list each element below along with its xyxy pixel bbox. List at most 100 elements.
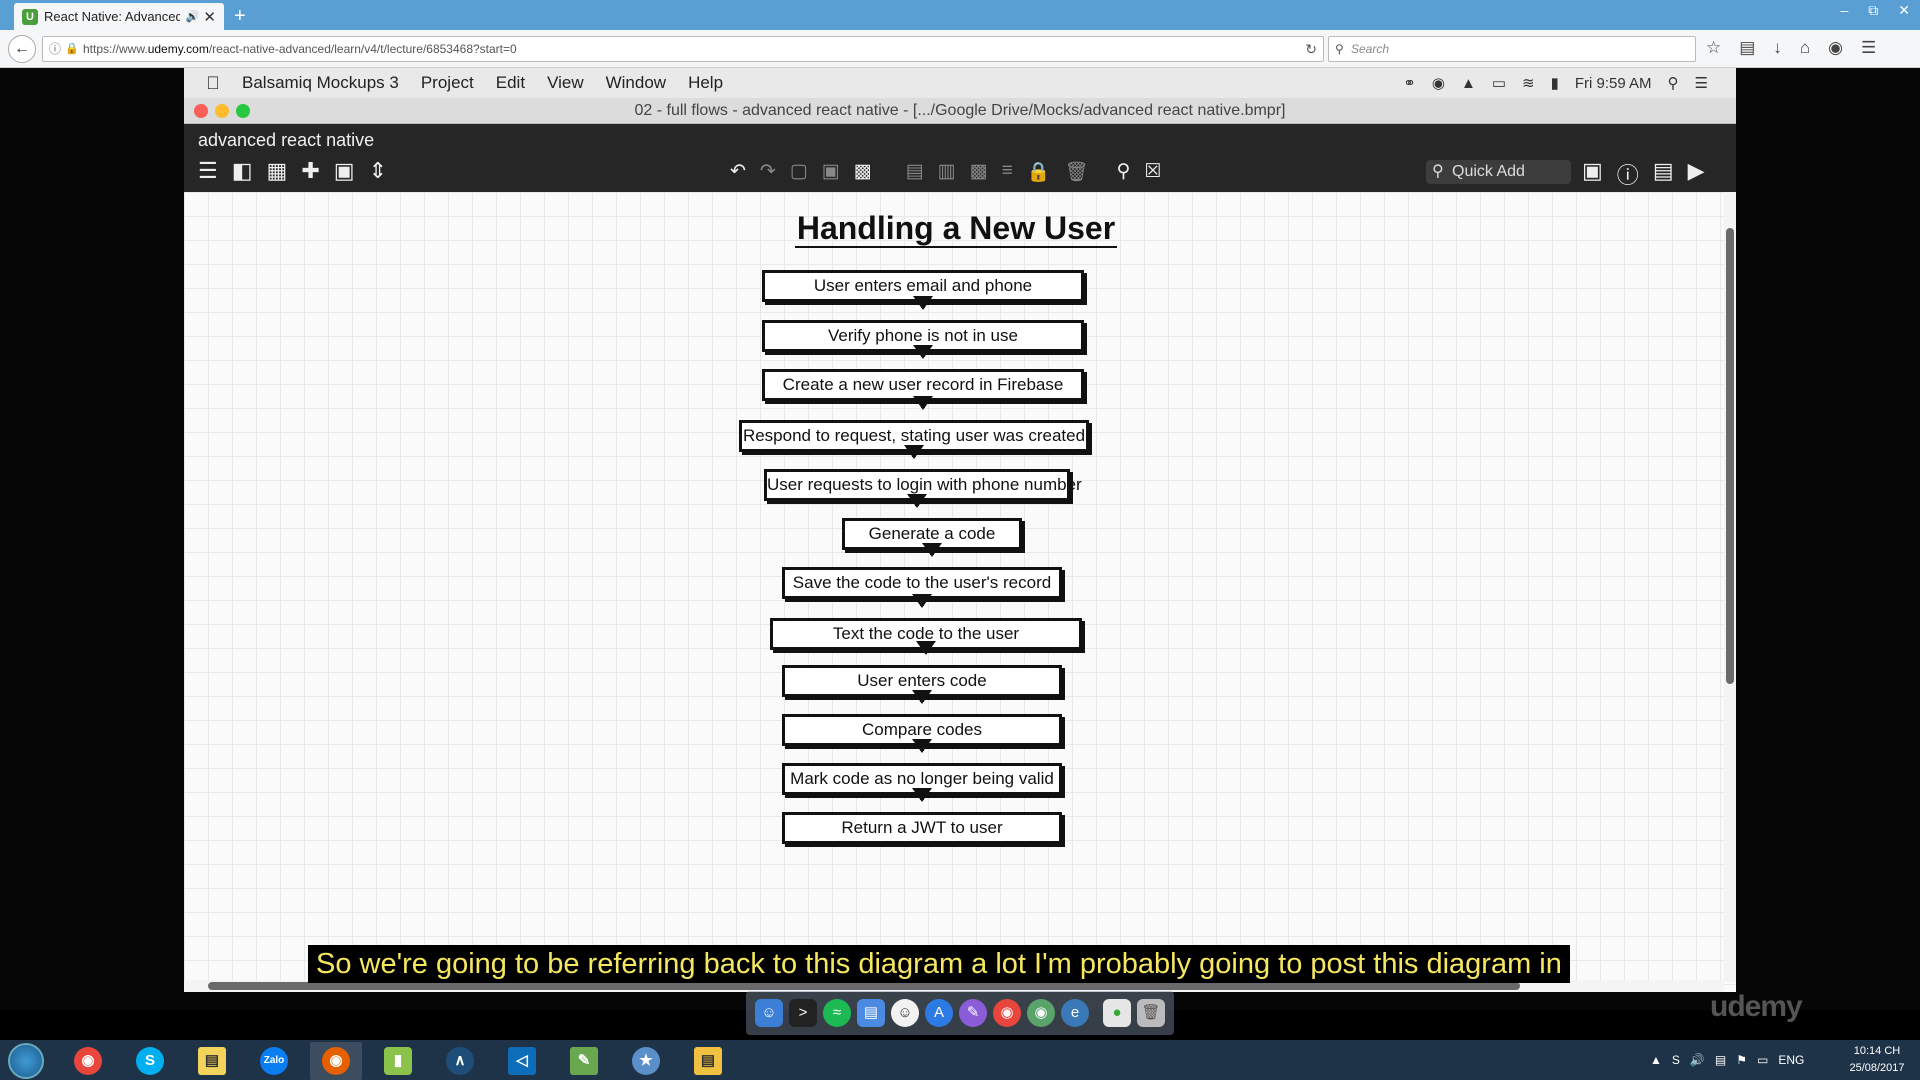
- clear-icon[interactable]: ☒: [1144, 160, 1161, 184]
- menu-project[interactable]: Project: [421, 73, 474, 93]
- minimize-light-icon[interactable]: [215, 104, 229, 118]
- close-tab-icon[interactable]: ✕: [203, 8, 216, 26]
- hamburger-menu-icon[interactable]: ☰: [198, 158, 218, 184]
- document-icon[interactable]: ●: [1103, 999, 1131, 1027]
- find-icon[interactable]: ⚲: [1116, 160, 1130, 184]
- search-input[interactable]: ⚲ Search: [1328, 36, 1696, 62]
- atom-icon[interactable]: ∧: [434, 1042, 486, 1080]
- info-icon[interactable]: ⓘ: [49, 37, 61, 61]
- skype-icon[interactable]: S: [124, 1042, 176, 1080]
- pen-icon[interactable]: ✎: [959, 999, 987, 1027]
- menu-window[interactable]: Window: [606, 73, 666, 93]
- new-tab-button[interactable]: +: [234, 5, 246, 28]
- add-icon[interactable]: ✚: [301, 158, 319, 184]
- ungroup-icon[interactable]: ▥: [938, 160, 956, 184]
- reload-icon[interactable]: ↻: [1305, 37, 1317, 61]
- vscode-icon[interactable]: ◁: [496, 1042, 548, 1080]
- finder-icon[interactable]: ☺: [755, 999, 783, 1027]
- paste-icon[interactable]: ▩: [854, 160, 872, 184]
- browser-tab[interactable]: U React Native: Advanced 🔊 ✕: [14, 3, 224, 30]
- quick-add-input[interactable]: ⚲ Quick Add: [1426, 160, 1571, 184]
- presentation-icon[interactable]: ▶: [1688, 158, 1705, 190]
- glasses-icon[interactable]: ⚭: [1403, 74, 1416, 92]
- bookmark-star-icon[interactable]: ☆: [1706, 38, 1721, 58]
- trash-icon[interactable]: 🗑: [1064, 160, 1088, 184]
- skype-tray-icon[interactable]: S: [1672, 1053, 1680, 1067]
- media-icon[interactable]: ▣: [1582, 158, 1603, 190]
- horizontal-scroll-thumb[interactable]: [208, 982, 1520, 990]
- start-button-icon[interactable]: [8, 1043, 44, 1079]
- browser-icon[interactable]: e: [1061, 999, 1089, 1027]
- flow-title: Handling a New User: [794, 210, 1118, 248]
- download-icon[interactable]: ↓: [1773, 38, 1782, 58]
- windows-taskbar: ◉ S ▤ Zalo ◉ ▮ ∧ ◁ ✎ ★ ▤ ▲ S 🔊 ▤ ⚑ ▭ ENG…: [0, 1040, 1920, 1080]
- apple-icon[interactable]: : [194, 73, 232, 94]
- menu-icon[interactable]: ☰: [1861, 38, 1876, 58]
- minimize-icon[interactable]: –: [1840, 2, 1848, 19]
- terminal-icon[interactable]: >: [789, 999, 817, 1027]
- home-icon[interactable]: ⌂: [1800, 38, 1810, 58]
- mockup-canvas[interactable]: Handling a New User User enters email an…: [184, 192, 1736, 992]
- mac-menu-bar:  Balsamiq Mockups 3 Project Edit View W…: [184, 68, 1736, 98]
- menu-view[interactable]: View: [547, 73, 584, 93]
- spotify-icon[interactable]: ≈: [823, 999, 851, 1027]
- language-indicator[interactable]: ENG: [1778, 1053, 1804, 1067]
- chrome-taskbar-icon[interactable]: ◉: [62, 1042, 114, 1080]
- notification-icon[interactable]: ☰: [1695, 74, 1708, 92]
- url-bar[interactable]: ⓘ 🔒 https://www.udemy.com/react-native-a…: [42, 36, 1324, 62]
- notepad-icon[interactable]: ✎: [558, 1042, 610, 1080]
- paint-icon[interactable]: ★: [620, 1042, 672, 1080]
- redo-icon[interactable]: ↷: [760, 160, 776, 184]
- vertical-scroll-thumb[interactable]: [1726, 228, 1734, 684]
- align-icon[interactable]: ≡: [1002, 160, 1013, 184]
- tray-expand-icon[interactable]: ▲: [1650, 1053, 1662, 1067]
- trash-dock-icon[interactable]: 🗑: [1137, 999, 1165, 1027]
- flow-step-box[interactable]: Return a JWT to user: [782, 812, 1062, 844]
- menu-edit[interactable]: Edit: [496, 73, 525, 93]
- single-view-icon[interactable]: ◧: [232, 158, 253, 184]
- speaker-icon[interactable]: 🔊: [186, 10, 200, 23]
- grid-view-icon[interactable]: ▦: [267, 158, 288, 184]
- taskbar-clock[interactable]: 10:14 CH 25/08/2017: [1838, 1043, 1916, 1077]
- sticky-notes-icon[interactable]: ▤: [186, 1042, 238, 1080]
- front-icon[interactable]: ▩: [970, 160, 988, 184]
- group-icon[interactable]: ▤: [906, 160, 924, 184]
- explorer-icon[interactable]: ▤: [682, 1042, 734, 1080]
- cut-icon[interactable]: ▢: [790, 160, 808, 184]
- close-window-icon[interactable]: ✕: [1898, 2, 1910, 19]
- menu-help[interactable]: Help: [688, 73, 723, 93]
- record-icon[interactable]: ◉: [1432, 74, 1445, 92]
- app-store-icon[interactable]: A: [925, 999, 953, 1027]
- notes-icon[interactable]: ▤: [1653, 158, 1674, 190]
- flag-icon[interactable]: ⚑: [1736, 1053, 1747, 1067]
- undo-icon[interactable]: ↶: [730, 160, 746, 184]
- reading-list-icon[interactable]: ▤: [1739, 38, 1755, 58]
- volume-icon[interactable]: 🔊: [1690, 1053, 1705, 1067]
- globe-icon[interactable]: ◉: [1027, 999, 1055, 1027]
- copy-icon[interactable]: ▣: [822, 160, 840, 184]
- spotlight-icon[interactable]: ⚲: [1668, 74, 1679, 92]
- pocket-icon[interactable]: ◉: [1828, 38, 1843, 58]
- app-menu[interactable]: Balsamiq Mockups 3: [242, 73, 399, 93]
- sort-icon[interactable]: ⇕: [369, 158, 387, 184]
- duplicate-icon[interactable]: ▣: [334, 158, 355, 184]
- smiley-icon[interactable]: ☺: [891, 999, 919, 1027]
- keyboard-icon[interactable]: ▤: [1715, 1053, 1726, 1067]
- info-panel-icon[interactable]: ⓘ: [1617, 158, 1639, 190]
- chrome-icon[interactable]: ◉: [993, 999, 1021, 1027]
- close-light-icon[interactable]: [194, 104, 208, 118]
- battery-icon[interactable]: ▮: [1551, 74, 1559, 92]
- vertical-scrollbar[interactable]: [1724, 192, 1736, 982]
- android-icon[interactable]: ▮: [372, 1042, 424, 1080]
- airplay-icon[interactable]: ▭: [1492, 74, 1506, 92]
- folder-icon[interactable]: ▤: [857, 999, 885, 1027]
- zalo-icon[interactable]: Zalo: [248, 1042, 300, 1080]
- firefox-icon[interactable]: ◉: [310, 1042, 362, 1080]
- restore-icon[interactable]: ⧉: [1868, 2, 1878, 19]
- drive-icon[interactable]: ▲: [1461, 75, 1476, 92]
- lock-tool-icon[interactable]: 🔒: [1027, 160, 1051, 184]
- wifi-icon[interactable]: ≋: [1522, 74, 1535, 92]
- network-icon[interactable]: ▭: [1757, 1053, 1768, 1067]
- back-button[interactable]: ←: [8, 35, 36, 63]
- zoom-light-icon[interactable]: [236, 104, 250, 118]
